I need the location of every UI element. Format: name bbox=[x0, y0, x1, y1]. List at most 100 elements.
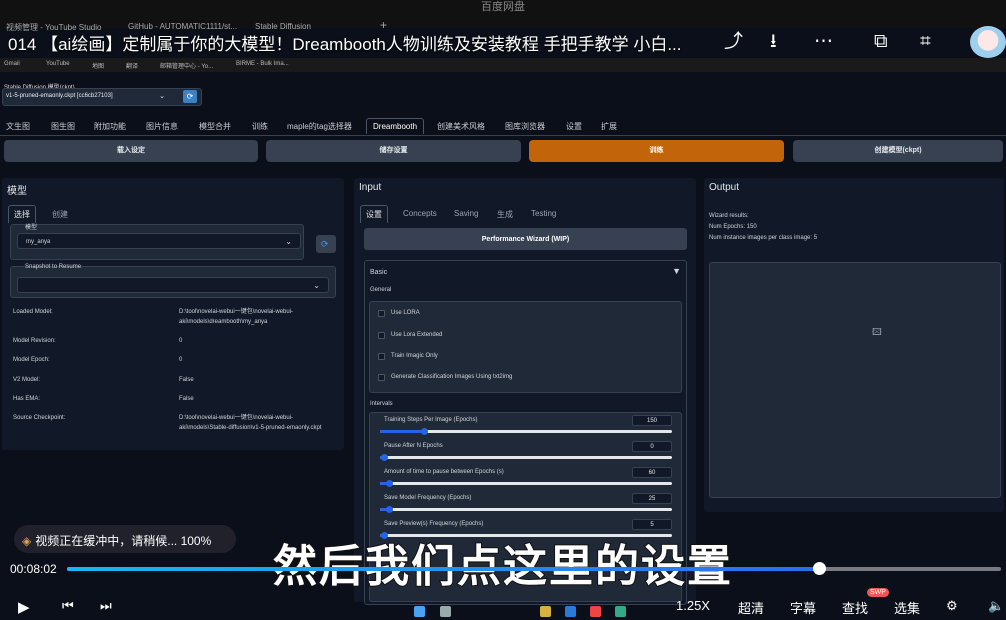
subtab-settings[interactable]: 设置 bbox=[360, 205, 388, 223]
tab-dreambooth[interactable]: Dreambooth bbox=[366, 118, 425, 134]
slider-number-input[interactable]: 0 bbox=[632, 441, 672, 452]
gen-class-images-label: Generate Classification Images Using txt… bbox=[391, 374, 513, 380]
bookmark-maps[interactable]: 地图 bbox=[92, 61, 104, 70]
slider-label: Save Preview(s) Frequency (Epochs) bbox=[384, 521, 484, 527]
subtab-saving[interactable]: Saving bbox=[454, 209, 478, 218]
bookmark-mail[interactable]: 邮箱管理中心 - Yo... bbox=[160, 61, 213, 70]
train-button[interactable]: 训练 bbox=[529, 140, 784, 162]
speed-button[interactable]: 1.25X bbox=[676, 598, 710, 613]
snapshot-dropdown[interactable]: ⌄ bbox=[17, 277, 329, 293]
model-value: my_anya bbox=[26, 239, 51, 245]
info-label-v2: V2 Model: bbox=[13, 377, 41, 383]
create-model-button[interactable]: 创建模型(ckpt) bbox=[793, 140, 1003, 162]
slider-handle[interactable] bbox=[420, 428, 428, 435]
slider-handle[interactable] bbox=[381, 454, 388, 461]
tab-txt2img[interactable]: 文生图 bbox=[6, 121, 30, 132]
chevron-down-icon: ⌄ bbox=[285, 237, 292, 246]
bookmark-birme[interactable]: BIRME - Bulk Ima... bbox=[236, 61, 289, 67]
refresh-icon: ⟳ bbox=[321, 239, 329, 249]
performance-wizard-button[interactable]: Performance Wizard (WIP) bbox=[364, 228, 687, 250]
wizard-result-images: Num instance images per class image: 5 bbox=[709, 235, 818, 241]
general-label: General bbox=[370, 287, 392, 293]
slider-track[interactable] bbox=[380, 456, 672, 459]
gen-class-images-checkbox[interactable] bbox=[378, 374, 385, 381]
slider-number-input[interactable]: 25 bbox=[632, 493, 672, 504]
bookmark-translate[interactable]: 翻译 bbox=[126, 61, 138, 70]
swp-badge: SWP bbox=[867, 588, 889, 597]
play-icon[interactable]: ▶ bbox=[18, 598, 30, 616]
bookmarks-bar: Gmail YouTube 地图 翻译 邮箱管理中心 - Yo... BIRME… bbox=[0, 58, 1006, 72]
search-button[interactable]: 查找 bbox=[842, 598, 868, 617]
main-tabs: 文生图 图生图 附加功能 图片信息 模型合并 训练 maple的tag选择器 D… bbox=[0, 118, 1006, 136]
train-imagic-checkbox[interactable] bbox=[378, 353, 385, 360]
tab-train[interactable]: 训练 bbox=[252, 121, 268, 132]
info-value-revision: 0 bbox=[179, 338, 183, 344]
snapshot-box: Snapshot to Resume ⌄ bbox=[10, 264, 336, 298]
tab-tag-selector[interactable]: maple的tag选择器 bbox=[287, 121, 352, 132]
tab-gallery[interactable]: 图库浏览器 bbox=[505, 121, 545, 132]
bookmark-youtube[interactable]: YouTube bbox=[46, 61, 70, 67]
download-icon[interactable]: ⭳ bbox=[770, 32, 777, 52]
settings-gear-icon[interactable]: ⚙ bbox=[946, 598, 958, 614]
input-panel-title: Input bbox=[359, 182, 382, 193]
tab-settings[interactable]: 设置 bbox=[566, 121, 582, 132]
output-panel-title: Output bbox=[709, 182, 740, 193]
tab-extensions[interactable]: 扩展 bbox=[601, 121, 617, 132]
window-title: 百度网盘 bbox=[481, 1, 525, 13]
bookmark-gmail[interactable]: Gmail bbox=[4, 61, 20, 67]
progress-fill bbox=[67, 567, 819, 571]
slider-label: Training Steps Per Image (Epochs) bbox=[384, 417, 478, 423]
info-value-ema: False bbox=[179, 396, 194, 402]
slider-number-input[interactable]: 5 bbox=[632, 519, 672, 530]
use-lora-checkbox[interactable] bbox=[378, 310, 385, 317]
output-image-area: 🖾 bbox=[709, 262, 1001, 498]
tab-png-info[interactable]: 图片信息 bbox=[146, 121, 178, 132]
info-value-epoch: 0 bbox=[179, 357, 183, 363]
slider-handle[interactable] bbox=[385, 506, 393, 513]
model-dropdown[interactable]: my_anya ⌄ bbox=[17, 233, 301, 249]
ckpt-select[interactable]: v1-5-pruned-emaonly.ckpt [cc6cb27103] ⌄ bbox=[2, 88, 202, 106]
share-icon[interactable]: ⤴ bbox=[724, 32, 743, 52]
more-icon[interactable]: ⋯ bbox=[814, 32, 833, 52]
tab-extras[interactable]: 附加功能 bbox=[94, 121, 126, 132]
captions-button[interactable]: 字幕 bbox=[790, 598, 816, 617]
slider-fill bbox=[380, 430, 424, 433]
train-imagic-label: Train Imagic Only bbox=[391, 353, 438, 359]
quality-button[interactable]: 超清 bbox=[738, 598, 764, 617]
model-label: 模型 bbox=[25, 225, 38, 231]
slider-number-input[interactable]: 60 bbox=[632, 467, 672, 478]
volume-icon[interactable]: 🔈 bbox=[988, 598, 1004, 614]
info-label-revision: Model Revision: bbox=[13, 338, 56, 344]
tab-merge[interactable]: 模型合并 bbox=[199, 121, 231, 132]
crop-icon[interactable]: ⌗ bbox=[920, 32, 931, 52]
model-panel-title: 模型 bbox=[7, 186, 27, 197]
subtab-concepts[interactable]: Concepts bbox=[403, 209, 437, 218]
subtab-create[interactable]: 创建 bbox=[52, 209, 68, 220]
load-settings-button[interactable]: 载入设定 bbox=[4, 140, 258, 162]
previous-icon[interactable]: ⏮ bbox=[62, 598, 74, 614]
tab-art-style[interactable]: 创建美术风格 bbox=[437, 121, 485, 132]
subtab-select[interactable]: 选择 bbox=[8, 205, 36, 223]
subtab-testing[interactable]: Testing bbox=[531, 209, 556, 218]
tab-img2img[interactable]: 图生图 bbox=[51, 121, 75, 132]
avatar[interactable] bbox=[970, 26, 1006, 58]
slider-track[interactable] bbox=[380, 508, 672, 511]
info-label-ema: Has EMA: bbox=[13, 396, 41, 402]
wizard-result-epochs: Num Epochs: 150 bbox=[709, 224, 757, 230]
slider-track[interactable] bbox=[380, 482, 672, 485]
slider-label: Save Model Frequency (Epochs) bbox=[384, 495, 472, 501]
use-lora-extended-checkbox[interactable] bbox=[378, 332, 385, 339]
slider-handle[interactable] bbox=[385, 480, 393, 487]
progress-handle[interactable] bbox=[812, 562, 826, 575]
episodes-button[interactable]: 选集 bbox=[894, 598, 920, 617]
model-refresh-button[interactable]: ⟳ bbox=[316, 235, 336, 253]
collapse-triangle-icon[interactable]: ▼ bbox=[672, 266, 681, 276]
next-icon[interactable]: ⏭ bbox=[100, 598, 112, 614]
slider-number-input[interactable]: 150 bbox=[632, 415, 672, 426]
snapshot-label: Snapshot to Resume bbox=[25, 264, 82, 270]
intervals-label: Intervals bbox=[370, 401, 393, 407]
save-settings-button[interactable]: 储存设置 bbox=[266, 140, 521, 162]
subtab-generate[interactable]: 生成 bbox=[497, 209, 513, 220]
refresh-icon[interactable]: ⟳ bbox=[183, 90, 197, 103]
pip-icon[interactable]: ⧉ bbox=[874, 32, 888, 52]
